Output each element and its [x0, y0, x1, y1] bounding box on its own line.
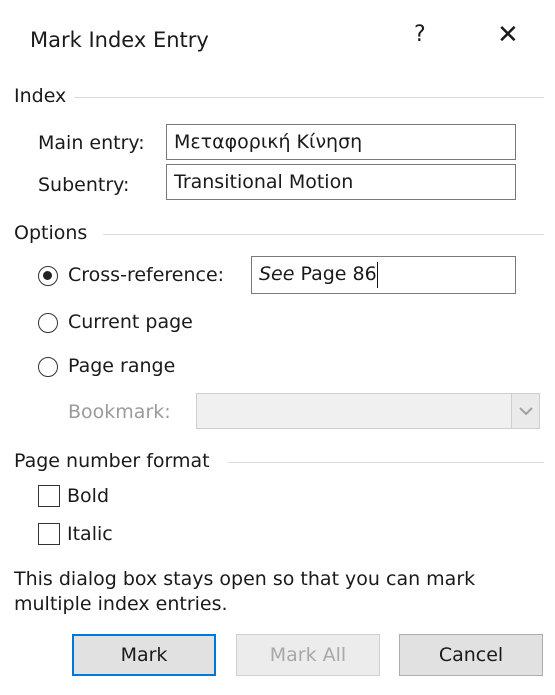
info-text: This dialog box stays open so that you c… [14, 567, 475, 617]
bold-checkbox[interactable] [38, 485, 60, 507]
cancel-button[interactable]: Cancel [399, 634, 543, 676]
italic-label: Italic [67, 523, 113, 545]
index-heading: Index [14, 85, 67, 107]
current-page-radio[interactable] [38, 313, 58, 333]
bookmark-dropdown-button[interactable] [511, 394, 539, 428]
info-text-line-2: multiple index entries. [14, 593, 228, 615]
close-icon[interactable]: ✕ [497, 22, 519, 48]
bookmark-dropdown[interactable] [196, 393, 540, 429]
index-divider [74, 97, 544, 98]
cross-reference-field[interactable]: See Page 86 [251, 256, 516, 294]
cross-reference-label: Cross-reference: [68, 264, 225, 286]
page-range-radio[interactable] [38, 357, 58, 377]
cross-reference-prefix: See [259, 263, 295, 285]
page-number-format-divider [228, 462, 544, 463]
bookmark-label: Bookmark: [68, 401, 171, 423]
cross-reference-value: Page 86 [294, 263, 377, 285]
bold-label: Bold [67, 485, 109, 507]
radio-selected-dot [43, 271, 52, 280]
current-page-label: Current page [68, 311, 193, 333]
subentry-field[interactable]: Transitional Motion [166, 164, 516, 200]
info-text-line-1: This dialog box stays open so that you c… [14, 568, 476, 590]
subentry-label: Subentry: [38, 174, 130, 196]
mark-button[interactable]: Mark [72, 634, 216, 676]
page-number-format-heading: Page number format [14, 450, 210, 472]
options-divider [103, 234, 544, 235]
chevron-down-icon [519, 407, 533, 416]
main-entry-field[interactable]: Μεταφορική Κίνηση [166, 124, 516, 160]
page-range-label: Page range [68, 355, 176, 377]
dialog-title: Mark Index Entry [30, 28, 209, 52]
mark-all-button[interactable]: Mark All [236, 634, 380, 676]
italic-checkbox[interactable] [38, 523, 60, 545]
text-caret [376, 261, 378, 288]
cross-reference-radio[interactable] [38, 266, 58, 286]
options-heading: Options [14, 222, 88, 244]
main-entry-label: Main entry: [38, 132, 145, 154]
help-button[interactable]: ? [414, 22, 426, 47]
